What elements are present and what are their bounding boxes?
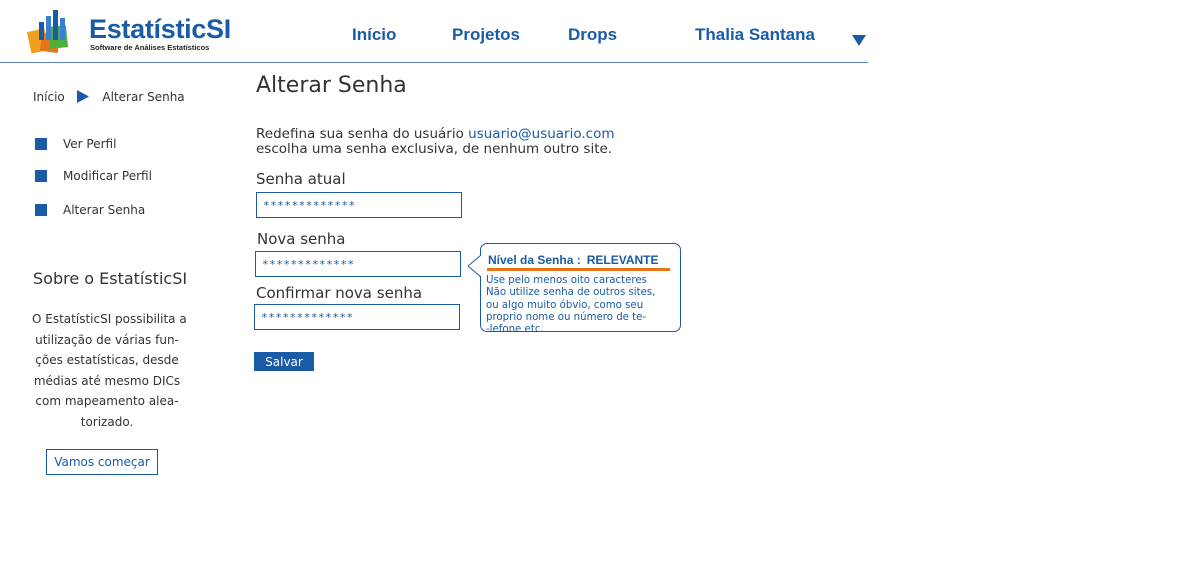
confirm-password-field[interactable] — [254, 304, 460, 330]
hint-line: -lefone etc. — [486, 324, 544, 336]
sidebar-item-label: Ver Perfil — [63, 137, 117, 151]
intro-line-2: escolha uma senha exclusiva, de nenhum o… — [256, 141, 613, 157]
about-line: torizado. — [80, 414, 134, 429]
strength-heading-label: Nível da Senha : — [488, 253, 581, 267]
hint-line: proprio nome ou número de te- — [486, 311, 647, 323]
nav-drops[interactable]: Drops — [568, 25, 617, 45]
password-strength-tooltip: Nível da Senha : RELEVANTE Use pelo menos… — [480, 243, 681, 335]
save-button[interactable]: Salvar — [254, 352, 314, 371]
about-line: utilização de várias fun- — [35, 332, 179, 347]
about-text: O EstatísticSI possibilita a utilização … — [32, 309, 187, 433]
intro-text: Redefina sua senha do usuário usuario@us… — [256, 127, 615, 157]
strength-bar — [487, 268, 670, 271]
breadcrumb-arrow-icon — [76, 90, 89, 103]
get-started-button[interactable]: Vamos começar — [46, 449, 158, 475]
current-password-label: Senha atual — [256, 170, 346, 188]
about-line: com mapeamento alea- — [35, 394, 179, 409]
current-password-field[interactable] — [256, 192, 462, 218]
about-line: médias até mesmo DICs — [33, 373, 181, 388]
hint-line: Não utilize senha de outros sites, — [486, 287, 656, 299]
intro-prefix: Redefina sua senha do usuário — [256, 126, 464, 142]
strength-heading: Nível da Senha : RELEVANTE — [488, 253, 659, 267]
square-bullet-icon — [35, 204, 47, 216]
sidebar-item-label: Alterar Senha — [63, 203, 146, 217]
hint-line: Use pelo menos oito caracteres — [486, 275, 647, 286]
square-bullet-icon — [35, 170, 47, 182]
square-bullet-icon — [35, 138, 47, 150]
about-title: Sobre o EstatísticSI — [33, 269, 188, 288]
strength-level: RELEVANTE — [586, 253, 659, 267]
nav-inicio[interactable]: Início — [352, 25, 396, 45]
confirm-password-label: Confirmar nova senha — [256, 284, 423, 302]
logo-chart-icon — [27, 10, 69, 54]
tooltip-pointer-icon — [468, 255, 482, 277]
user-menu-chevron-down-icon[interactable] — [852, 35, 866, 46]
strength-hints: Use pelo menos oito caracteres Não utili… — [486, 275, 655, 336]
breadcrumb: Início Alterar Senha — [33, 89, 185, 104]
breadcrumb-current: Alterar Senha — [102, 89, 185, 104]
new-password-field[interactable] — [255, 251, 461, 277]
user-email: usuario@usuario.com — [468, 126, 615, 142]
sidebar-item-label: Modificar Perfil — [63, 169, 152, 183]
top-header: EstatísticSI Software de Análises Estatí… — [0, 0, 868, 63]
about-line: O EstatísticSI possibilita a — [32, 312, 187, 326]
about-line: ções estatísticas, desde — [35, 353, 179, 368]
logo[interactable]: EstatísticSI Software de Análises Estatí… — [27, 8, 231, 58]
logo-title: EstatísticSI — [89, 14, 231, 44]
logo-subtitle: Software de Análises Estatísticos — [90, 43, 210, 52]
sidebar-item-modificar-perfil[interactable]: Modificar Perfil — [35, 169, 152, 183]
nav-projetos[interactable]: Projetos — [452, 25, 520, 45]
sidebar-item-ver-perfil[interactable]: Ver Perfil — [35, 137, 116, 151]
user-name[interactable]: Thalia Santana — [695, 25, 815, 45]
hint-line: ou algo muito óbvio, como seu — [486, 299, 644, 311]
page-title: Alterar Senha — [256, 73, 407, 98]
breadcrumb-home[interactable]: Início — [33, 90, 65, 104]
sidebar-item-alterar-senha[interactable]: Alterar Senha — [35, 203, 145, 217]
new-password-label: Nova senha — [257, 230, 346, 248]
